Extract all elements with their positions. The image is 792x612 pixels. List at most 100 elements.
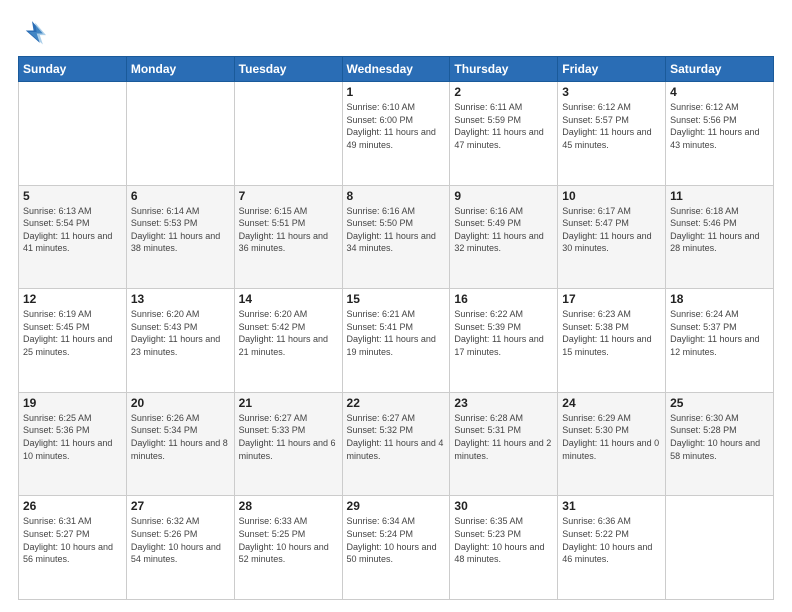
day-info: Sunrise: 6:11 AM Sunset: 5:59 PM Dayligh… [454, 101, 553, 151]
day-number: 15 [347, 292, 446, 306]
weekday-header-monday: Monday [126, 57, 234, 82]
day-number: 8 [347, 189, 446, 203]
calendar-week-3: 12 Sunrise: 6:19 AM Sunset: 5:45 PM Dayli… [19, 289, 774, 393]
day-info: Sunrise: 6:15 AM Sunset: 5:51 PM Dayligh… [239, 205, 338, 255]
calendar-cell: 28 Sunrise: 6:33 AM Sunset: 5:25 PM Dayli… [234, 496, 342, 600]
day-info: Sunrise: 6:33 AM Sunset: 5:25 PM Dayligh… [239, 515, 338, 565]
day-number: 25 [670, 396, 769, 410]
weekday-header-friday: Friday [558, 57, 666, 82]
day-info: Sunrise: 6:21 AM Sunset: 5:41 PM Dayligh… [347, 308, 446, 358]
day-info: Sunrise: 6:27 AM Sunset: 5:32 PM Dayligh… [347, 412, 446, 462]
day-info: Sunrise: 6:17 AM Sunset: 5:47 PM Dayligh… [562, 205, 661, 255]
day-info: Sunrise: 6:32 AM Sunset: 5:26 PM Dayligh… [131, 515, 230, 565]
weekday-header-thursday: Thursday [450, 57, 558, 82]
day-info: Sunrise: 6:18 AM Sunset: 5:46 PM Dayligh… [670, 205, 769, 255]
day-info: Sunrise: 6:14 AM Sunset: 5:53 PM Dayligh… [131, 205, 230, 255]
calendar-body: 1 Sunrise: 6:10 AM Sunset: 6:00 PM Daylig… [19, 82, 774, 600]
calendar-cell: 6 Sunrise: 6:14 AM Sunset: 5:53 PM Daylig… [126, 185, 234, 289]
calendar-cell: 25 Sunrise: 6:30 AM Sunset: 5:28 PM Dayli… [666, 392, 774, 496]
day-number: 5 [23, 189, 122, 203]
day-info: Sunrise: 6:28 AM Sunset: 5:31 PM Dayligh… [454, 412, 553, 462]
calendar-week-2: 5 Sunrise: 6:13 AM Sunset: 5:54 PM Daylig… [19, 185, 774, 289]
day-number: 1 [347, 85, 446, 99]
calendar-cell: 2 Sunrise: 6:11 AM Sunset: 5:59 PM Daylig… [450, 82, 558, 186]
calendar-cell: 24 Sunrise: 6:29 AM Sunset: 5:30 PM Dayli… [558, 392, 666, 496]
calendar-cell: 4 Sunrise: 6:12 AM Sunset: 5:56 PM Daylig… [666, 82, 774, 186]
weekday-header-saturday: Saturday [666, 57, 774, 82]
day-info: Sunrise: 6:23 AM Sunset: 5:38 PM Dayligh… [562, 308, 661, 358]
day-number: 21 [239, 396, 338, 410]
day-info: Sunrise: 6:16 AM Sunset: 5:50 PM Dayligh… [347, 205, 446, 255]
day-info: Sunrise: 6:26 AM Sunset: 5:34 PM Dayligh… [131, 412, 230, 462]
day-number: 26 [23, 499, 122, 513]
day-number: 2 [454, 85, 553, 99]
calendar-cell: 7 Sunrise: 6:15 AM Sunset: 5:51 PM Daylig… [234, 185, 342, 289]
day-info: Sunrise: 6:20 AM Sunset: 5:42 PM Dayligh… [239, 308, 338, 358]
day-number: 18 [670, 292, 769, 306]
calendar-cell: 9Sunrise: 6:16 AM Sunset: 5:49 PM Daylig… [450, 185, 558, 289]
day-info: Sunrise: 6:25 AM Sunset: 5:36 PM Dayligh… [23, 412, 122, 462]
day-info: Sunrise: 6:10 AM Sunset: 6:00 PM Dayligh… [347, 101, 446, 151]
calendar-cell: 5 Sunrise: 6:13 AM Sunset: 5:54 PM Daylig… [19, 185, 127, 289]
day-number: 7 [239, 189, 338, 203]
header [18, 18, 774, 46]
day-info: Sunrise: 6:12 AM Sunset: 5:56 PM Dayligh… [670, 101, 769, 151]
day-number: 27 [131, 499, 230, 513]
calendar-cell: 16Sunrise: 6:22 AM Sunset: 5:39 PM Dayli… [450, 289, 558, 393]
day-number: 17 [562, 292, 661, 306]
day-number: 19 [23, 396, 122, 410]
day-number: 23 [454, 396, 553, 410]
logo-icon [18, 18, 46, 46]
day-number: 9 [454, 189, 553, 203]
weekday-header-wednesday: Wednesday [342, 57, 450, 82]
day-info: Sunrise: 6:30 AM Sunset: 5:28 PM Dayligh… [670, 412, 769, 462]
day-info: Sunrise: 6:19 AM Sunset: 5:45 PM Dayligh… [23, 308, 122, 358]
day-info: Sunrise: 6:29 AM Sunset: 5:30 PM Dayligh… [562, 412, 661, 462]
day-number: 6 [131, 189, 230, 203]
calendar-cell [19, 82, 127, 186]
page: SundayMondayTuesdayWednesdayThursdayFrid… [0, 0, 792, 612]
day-number: 12 [23, 292, 122, 306]
day-info: Sunrise: 6:12 AM Sunset: 5:57 PM Dayligh… [562, 101, 661, 151]
day-info: Sunrise: 6:31 AM Sunset: 5:27 PM Dayligh… [23, 515, 122, 565]
calendar-cell: 21 Sunrise: 6:27 AM Sunset: 5:33 PM Dayli… [234, 392, 342, 496]
calendar-cell: 29 Sunrise: 6:34 AM Sunset: 5:24 PM Dayli… [342, 496, 450, 600]
day-info: Sunrise: 6:22 AM Sunset: 5:39 PM Dayligh… [454, 308, 553, 358]
day-number: 4 [670, 85, 769, 99]
day-number: 29 [347, 499, 446, 513]
calendar-cell: 27 Sunrise: 6:32 AM Sunset: 5:26 PM Dayli… [126, 496, 234, 600]
calendar: SundayMondayTuesdayWednesdayThursdayFrid… [18, 56, 774, 600]
day-number: 3 [562, 85, 661, 99]
weekday-header-tuesday: Tuesday [234, 57, 342, 82]
calendar-cell: 20Sunrise: 6:26 AM Sunset: 5:34 PM Dayli… [126, 392, 234, 496]
day-number: 30 [454, 499, 553, 513]
calendar-cell: 23 Sunrise: 6:28 AM Sunset: 5:31 PM Dayli… [450, 392, 558, 496]
calendar-cell: 1 Sunrise: 6:10 AM Sunset: 6:00 PM Daylig… [342, 82, 450, 186]
day-number: 24 [562, 396, 661, 410]
calendar-cell: 22Sunrise: 6:27 AM Sunset: 5:32 PM Dayli… [342, 392, 450, 496]
day-info: Sunrise: 6:24 AM Sunset: 5:37 PM Dayligh… [670, 308, 769, 358]
day-info: Sunrise: 6:35 AM Sunset: 5:23 PM Dayligh… [454, 515, 553, 565]
calendar-week-1: 1 Sunrise: 6:10 AM Sunset: 6:00 PM Daylig… [19, 82, 774, 186]
calendar-week-4: 19 Sunrise: 6:25 AM Sunset: 5:36 PM Dayli… [19, 392, 774, 496]
day-info: Sunrise: 6:34 AM Sunset: 5:24 PM Dayligh… [347, 515, 446, 565]
calendar-cell: 15 Sunrise: 6:21 AM Sunset: 5:41 PM Dayli… [342, 289, 450, 393]
day-number: 31 [562, 499, 661, 513]
calendar-cell [126, 82, 234, 186]
day-info: Sunrise: 6:20 AM Sunset: 5:43 PM Dayligh… [131, 308, 230, 358]
day-number: 28 [239, 499, 338, 513]
calendar-cell: 31Sunrise: 6:36 AM Sunset: 5:22 PM Dayli… [558, 496, 666, 600]
calendar-cell [666, 496, 774, 600]
day-info: Sunrise: 6:13 AM Sunset: 5:54 PM Dayligh… [23, 205, 122, 255]
calendar-cell: 13 Sunrise: 6:20 AM Sunset: 5:43 PM Dayli… [126, 289, 234, 393]
weekday-header-sunday: Sunday [19, 57, 127, 82]
calendar-cell: 3 Sunrise: 6:12 AM Sunset: 5:57 PM Daylig… [558, 82, 666, 186]
day-info: Sunrise: 6:27 AM Sunset: 5:33 PM Dayligh… [239, 412, 338, 462]
calendar-cell [234, 82, 342, 186]
day-number: 11 [670, 189, 769, 203]
logo [18, 18, 50, 46]
day-number: 13 [131, 292, 230, 306]
calendar-cell: 17 Sunrise: 6:23 AM Sunset: 5:38 PM Dayli… [558, 289, 666, 393]
calendar-week-5: 26 Sunrise: 6:31 AM Sunset: 5:27 PM Dayli… [19, 496, 774, 600]
calendar-cell: 19 Sunrise: 6:25 AM Sunset: 5:36 PM Dayli… [19, 392, 127, 496]
